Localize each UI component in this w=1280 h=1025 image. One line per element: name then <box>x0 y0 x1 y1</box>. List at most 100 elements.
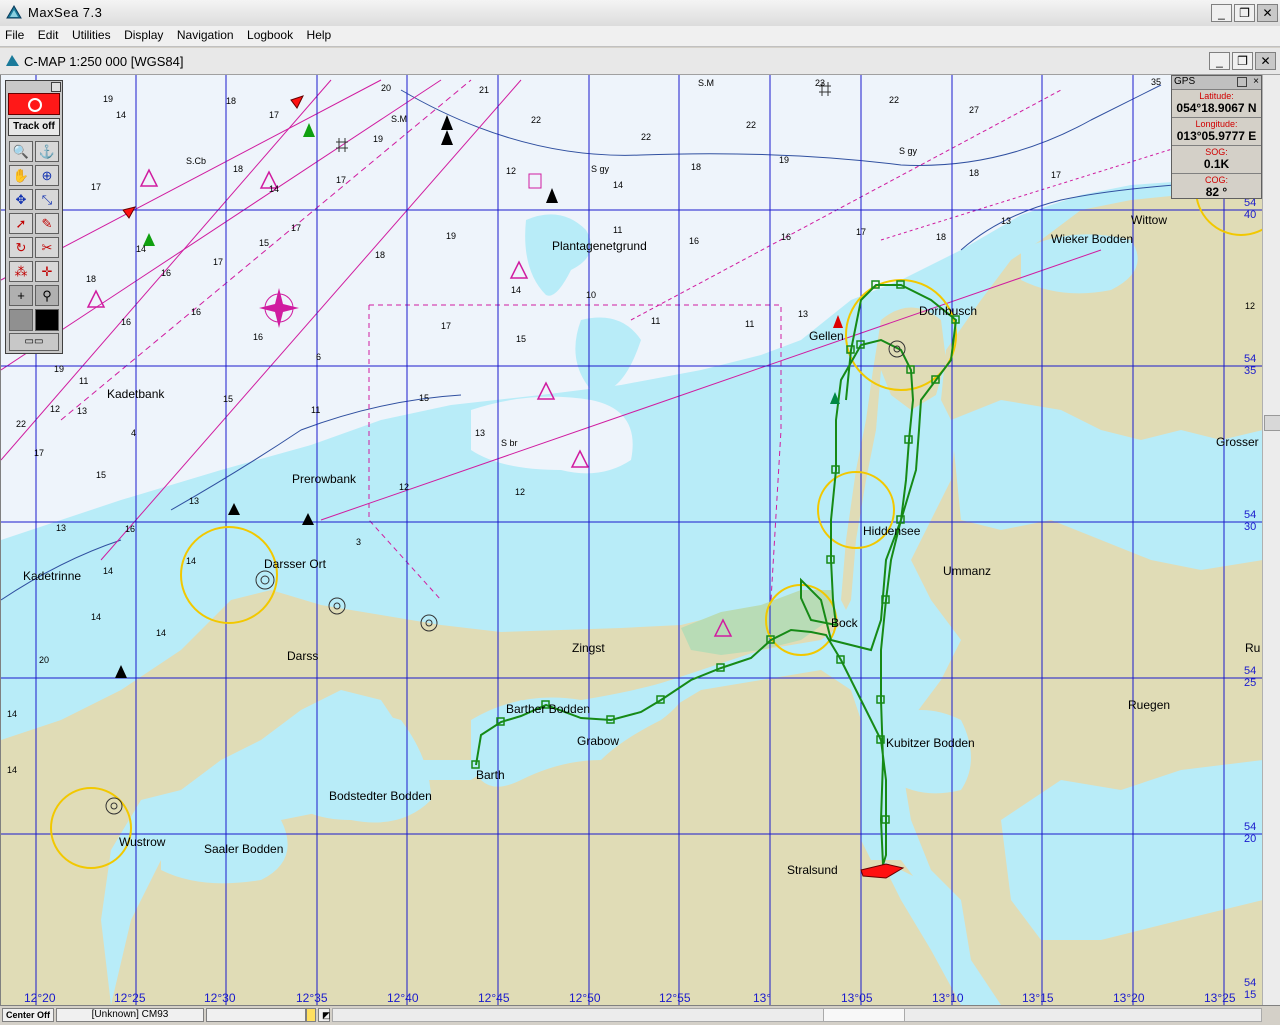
center-off-button[interactable]: Center Off <box>2 1008 54 1022</box>
place-stralsund: Stralsund <box>787 863 838 877</box>
svg-text:14: 14 <box>613 180 623 190</box>
crosshair-icon[interactable]: ✛ <box>35 261 59 282</box>
app-title: MaxSea 7.3 <box>28 5 103 20</box>
svg-text:14: 14 <box>103 566 113 576</box>
svg-text:15: 15 <box>1244 989 1256 1001</box>
place-dornbusch: Dornbusch <box>919 304 977 318</box>
zoom-tool-icon[interactable]: 🔍 <box>9 141 33 162</box>
pointer-icon[interactable]: ➚ <box>9 213 33 234</box>
chart-window-title-bar: C-MAP 1:250 000 [WGS84] _ ❐ ✕ <box>0 48 1280 75</box>
svg-text:14: 14 <box>7 709 17 719</box>
place-darss: Darss <box>287 649 318 663</box>
place-prerowbank: Prerowbank <box>292 472 357 486</box>
center-target-icon[interactable]: ⊕ <box>35 165 59 186</box>
chart-close-button[interactable]: ✕ <box>1255 52 1276 70</box>
svg-text:13: 13 <box>189 496 199 506</box>
rotate-icon[interactable]: ↻ <box>9 237 33 258</box>
svg-text:18: 18 <box>86 274 96 284</box>
menu-logbook[interactable]: Logbook <box>243 26 297 44</box>
latitude-value: 054°18.9067 N <box>1176 101 1257 115</box>
compass-tool-icon[interactable]: ⚓ <box>35 141 59 162</box>
chart-canvas[interactable]: 191418 1720 21 222218 221927 18 1713 18141… <box>1 75 1263 1005</box>
svg-text:11: 11 <box>651 316 660 326</box>
nautical-chart[interactable]: 19 14 18 17 20 21 22 22 18 22 19 27 18 17 13 18 14 1… <box>0 75 1263 1005</box>
menu-utilities[interactable]: Utilities <box>68 26 115 44</box>
palette-close-icon[interactable] <box>51 82 61 92</box>
svg-text:15: 15 <box>259 238 269 248</box>
distance-tool-icon[interactable]: ⤡ <box>35 189 59 210</box>
status-yellow-indicator <box>306 1008 316 1022</box>
svg-text:14: 14 <box>116 110 126 120</box>
horizontal-scroll-thumb[interactable] <box>823 1009 905 1021</box>
svg-text:14: 14 <box>269 184 279 194</box>
chart-window-title: C-MAP 1:250 000 [WGS84] <box>24 54 184 69</box>
chart-window-icon <box>6 55 19 66</box>
record-track-button[interactable] <box>8 93 60 115</box>
svg-text:15: 15 <box>419 393 429 403</box>
svg-text:11: 11 <box>311 405 320 415</box>
svg-text:19: 19 <box>373 134 383 144</box>
svg-text:22: 22 <box>889 95 899 105</box>
svg-text:13: 13 <box>798 309 808 319</box>
lon-label: 12°55 <box>659 991 691 1005</box>
menu-help[interactable]: Help <box>303 26 336 44</box>
place-plantagenetgrund: Plantagenetgrund <box>552 239 647 253</box>
scissors-icon[interactable]: ✂ <box>35 237 59 258</box>
place-kubitzer-bodden: Kubitzer Bodden <box>886 736 975 750</box>
gray-color-swatch[interactable] <box>9 309 33 331</box>
menu-navigation[interactable]: Navigation <box>173 26 238 44</box>
horizontal-scrollbar[interactable] <box>332 1008 1262 1022</box>
svg-text:4: 4 <box>131 428 136 438</box>
svg-text:16: 16 <box>161 268 171 278</box>
lon-label: 13° <box>753 991 771 1005</box>
place-gellen: Gellen <box>809 329 844 343</box>
svg-text:27: 27 <box>969 105 979 115</box>
menu-display[interactable]: Display <box>120 26 167 44</box>
latitude-label: Latitude: <box>1199 91 1234 101</box>
svg-text:S gy: S gy <box>591 164 610 174</box>
svg-text:18: 18 <box>969 168 979 178</box>
svg-text:23: 23 <box>815 78 825 88</box>
gps-header: GPS <box>1174 76 1196 87</box>
svg-text:18: 18 <box>226 96 236 106</box>
svg-text:S.M: S.M <box>698 78 714 88</box>
svg-text:16: 16 <box>125 524 135 534</box>
menu-file[interactable]: File <box>1 26 28 44</box>
vertical-scrollbar[interactable] <box>1262 75 1280 1005</box>
vertical-scroll-thumb[interactable] <box>1264 415 1280 431</box>
svg-text:S.Cb: S.Cb <box>186 156 206 166</box>
pencil-icon[interactable]: ✎ <box>35 213 59 234</box>
move-tool-icon[interactable]: ✥ <box>9 189 33 210</box>
plus-tool-icon[interactable]: + <box>9 285 33 306</box>
gps-close-icon[interactable]: × <box>1253 76 1259 88</box>
pan-hand-icon[interactable]: ✋ <box>9 165 33 186</box>
lon-label: 13°05 <box>841 991 873 1005</box>
place-wustrow: Wustrow <box>119 835 166 849</box>
minimize-button[interactable]: _ <box>1211 4 1232 22</box>
svg-text:22: 22 <box>531 115 541 125</box>
svg-text:12: 12 <box>399 482 409 492</box>
mob-icon[interactable]: ⚲ <box>35 285 59 306</box>
chart-minimize-button[interactable]: _ <box>1209 52 1230 70</box>
restore-button[interactable]: ❐ <box>1234 4 1255 22</box>
close-button[interactable]: ✕ <box>1257 4 1278 22</box>
layers-icon[interactable]: ▭▭ <box>9 333 59 351</box>
track-toggle-button[interactable]: Track off <box>8 118 60 136</box>
longitude-label: Longitude: <box>1195 119 1238 129</box>
gps-restore-icon[interactable] <box>1237 77 1247 87</box>
black-color-swatch[interactable] <box>35 309 59 331</box>
route-tool-icon[interactable]: ⁂ <box>9 261 33 282</box>
svg-text:15: 15 <box>223 394 233 404</box>
place-kadetbank: Kadetbank <box>107 387 165 401</box>
lon-label: 13°25 <box>1204 991 1236 1005</box>
svg-text:22: 22 <box>16 419 26 429</box>
maxsea-app-icon <box>6 5 22 19</box>
status-tool-icon[interactable]: ◩ <box>318 1008 331 1022</box>
sog-label: SOG: <box>1205 147 1228 157</box>
menu-edit[interactable]: Edit <box>34 26 63 44</box>
svg-text:19: 19 <box>54 364 64 374</box>
place-grabow: Grabow <box>577 734 619 748</box>
svg-text:19: 19 <box>779 155 789 165</box>
place-ummanz: Ummanz <box>943 564 991 578</box>
chart-restore-button[interactable]: ❐ <box>1232 52 1253 70</box>
